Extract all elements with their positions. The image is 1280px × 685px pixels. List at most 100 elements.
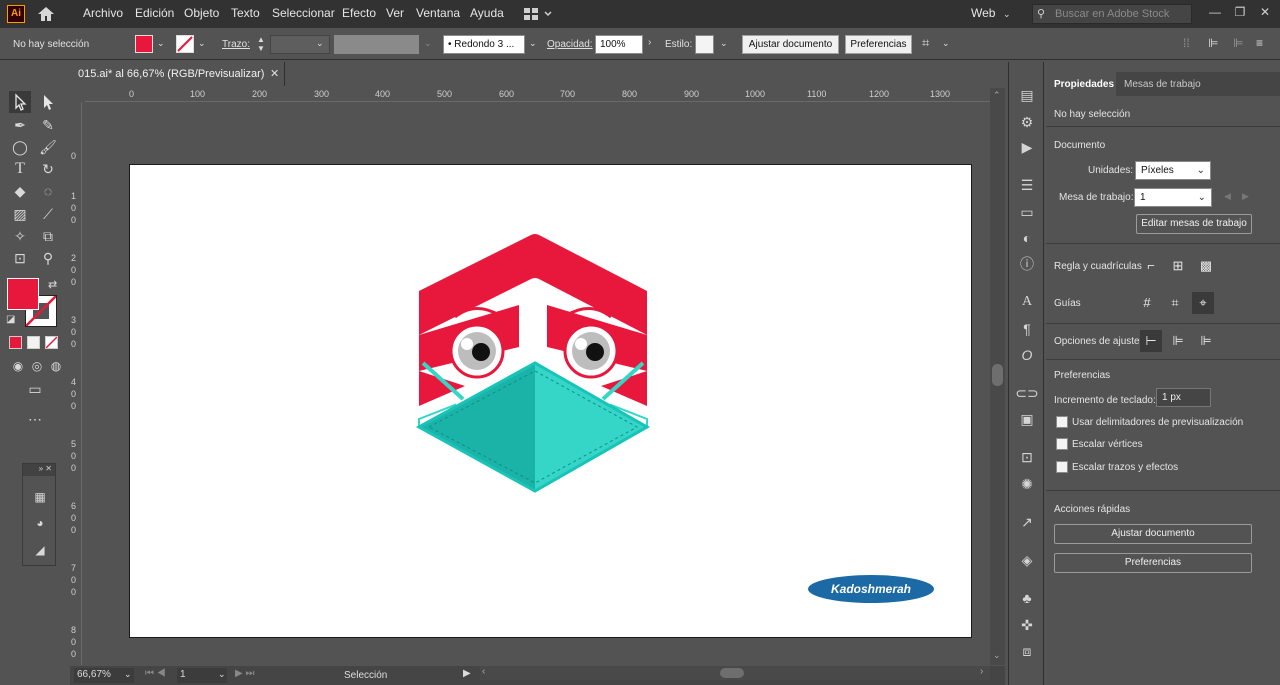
align-icon[interactable]: ⊫ [1208,36,1218,50]
grid-icon[interactable]: ⊞ [1167,255,1189,277]
paintbrush-tool-icon[interactable]: 🖌 [37,136,59,158]
symbols-icon[interactable]: ⊡ [1015,446,1039,468]
menu-efecto[interactable]: Efecto [342,6,376,20]
image-icon[interactable]: ▣ [1015,408,1039,430]
selection-tool-icon[interactable] [9,91,31,113]
snap-to-grid-icon[interactable]: ⊫ [1195,330,1217,352]
rotate-tool-icon[interactable]: ↻ [37,158,59,180]
swap-colors-icon[interactable]: ⇄ [48,278,57,291]
keyboard-increment-field[interactable]: 1 px [1156,388,1211,407]
menu-seleccionar[interactable]: Seleccionar [272,6,335,20]
eraser-tool-icon[interactable]: ◆ [9,180,31,202]
menu-texto[interactable]: Texto [231,6,260,20]
edit-artboards-button[interactable]: Editar mesas de trabajo [1136,214,1252,234]
lasso-tool-icon[interactable]: ◌ [37,180,59,202]
gradient-panel-icon[interactable]: ◢ [29,539,51,561]
guides-icon[interactable]: # [1136,292,1158,314]
zoom-tool-icon[interactable]: ⚲ [37,247,59,269]
transform-icon[interactable]: ⌗ [922,35,929,51]
status-menu-icon[interactable]: ▶ [463,668,471,679]
ruler-icon[interactable]: ⌐ [1140,255,1162,277]
direct-selection-tool-icon[interactable] [37,91,59,113]
appearance-icon[interactable]: ◐ [1015,227,1039,249]
scale-corners-checkbox[interactable] [1056,438,1068,450]
character-icon[interactable]: A [1015,291,1039,313]
tab-properties[interactable]: Propiedades [1046,72,1123,96]
menu-ventana[interactable]: Ventana [416,6,460,20]
artboard-dropdown[interactable]: 1 ⌄ [1134,188,1212,207]
horizontal-scroll-thumb[interactable] [720,668,744,678]
stock-search-input[interactable]: ⚲ Buscar en Adobe Stock [1032,4,1192,24]
chevron-down-icon[interactable]: ⌄ [529,38,537,49]
artboard[interactable]: Kadoshmerah [129,164,972,638]
gradient-mode-icon[interactable] [27,336,40,349]
color-mode-icon[interactable] [9,336,22,349]
actions-play-icon[interactable]: ▶ [1015,136,1039,158]
shape-builder-tool-icon[interactable]: ⧉ [37,225,59,247]
scale-strokes-checkbox[interactable] [1056,461,1068,473]
smart-guides-icon[interactable]: ⌖ [1192,292,1214,314]
workspace-switcher[interactable]: Web [971,6,995,20]
menu-ver[interactable]: Ver [386,6,404,20]
quick-fit-document-button[interactable]: Ajustar documento [1054,524,1252,544]
scroll-left-icon[interactable]: ‹ [482,666,485,677]
chevron-down-icon[interactable]: ⌄ [942,38,950,49]
scroll-right-icon[interactable]: › [980,666,983,677]
document-tab[interactable]: 015.ai* al 66,67% (RGB/Previsualizar) ✕ [70,62,285,86]
stroke-lines-icon[interactable]: ☰ [1015,174,1039,196]
fill-color-front[interactable] [7,278,39,310]
stroke-swatch[interactable] [176,35,194,53]
settings-gear-icon[interactable]: ⚙ [1015,111,1039,133]
next-artboard-icon[interactable]: ▶ [1242,191,1249,202]
maximize-button[interactable]: ❐ [1230,2,1250,22]
lock-guides-icon[interactable]: ⌗ [1164,292,1186,314]
curvature-tool-icon[interactable]: ✎ [37,114,59,136]
type-tool-icon[interactable]: T [9,158,31,180]
menu-objeto[interactable]: Objeto [184,6,219,20]
chevron-right-icon[interactable]: › [648,37,651,48]
home-icon[interactable] [36,5,56,23]
tab-artboards[interactable]: Mesas de trabajo [1116,72,1209,96]
stroke-weight-stepper[interactable]: ▲ ▼ [257,35,265,53]
panel-header[interactable]: » ✕ [23,464,55,476]
mascot-illustration[interactable] [415,231,655,496]
menu-edicion[interactable]: Edición [135,6,174,20]
scroll-up-icon[interactable]: ⌃ [993,90,1001,101]
variable-width-profile[interactable] [334,35,419,54]
vertical-scrollbar[interactable]: ⌃ ⌄ [990,88,1005,665]
chevron-down-icon[interactable]: ⌄ [124,669,132,680]
puppet-icon[interactable]: ✜ [1015,614,1039,636]
links-icon[interactable]: ⊂⊃ [1015,382,1039,404]
transparency-grid-icon[interactable]: ▩ [1195,255,1217,277]
menu-lines-icon[interactable]: ≡ [1256,36,1263,50]
horizontal-scrollbar[interactable]: ‹ › [480,666,990,680]
quick-preferences-button[interactable]: Preferencias [1054,553,1252,573]
grid-icon[interactable]: ⁞⁞ [1183,36,1190,50]
chevron-down-icon[interactable]: ⌄ [424,38,432,49]
graphic-styles-icon[interactable]: ✺ [1015,473,1039,495]
eyedropper-tool-icon[interactable]: ⟋ [37,203,59,225]
vertical-scroll-thumb[interactable] [992,364,1003,386]
paragraph-icon[interactable]: ¶ [1015,318,1039,340]
preview-bounds-checkbox[interactable] [1056,416,1068,428]
ellipse-tool-icon[interactable]: ◯ [9,136,31,158]
menu-archivo[interactable]: Archivo [83,6,123,20]
scroll-down-icon[interactable]: ⌄ [993,650,1001,661]
export-icon[interactable]: ↗ [1015,511,1039,533]
opentype-icon[interactable]: O [1015,344,1039,366]
snap-to-point-icon[interactable]: ⊢ [1140,330,1162,352]
prev-artboard-icon[interactable]: ◀ [1224,191,1231,202]
none-mode-icon[interactable] [45,336,58,349]
layers-icon[interactable]: ◈ [1015,549,1039,571]
screen-mode-icon[interactable]: ▭ [24,378,46,400]
menu-ayuda[interactable]: Ayuda [470,6,504,20]
minimize-button[interactable]: — [1205,2,1225,22]
swatches-icon[interactable]: ▦ [29,486,51,508]
arrange-documents-icon[interactable] [523,7,553,21]
club-icon[interactable]: ♣ [1015,587,1039,609]
pen-tool-icon[interactable]: ✒ [9,114,31,136]
artboard-tool-icon[interactable]: ⊡ [9,247,31,269]
snap-to-pixel-icon[interactable]: ⊫ [1167,330,1189,352]
opacity-field[interactable]: 100% [595,35,643,54]
default-colors-icon[interactable]: ◪ [6,314,15,325]
